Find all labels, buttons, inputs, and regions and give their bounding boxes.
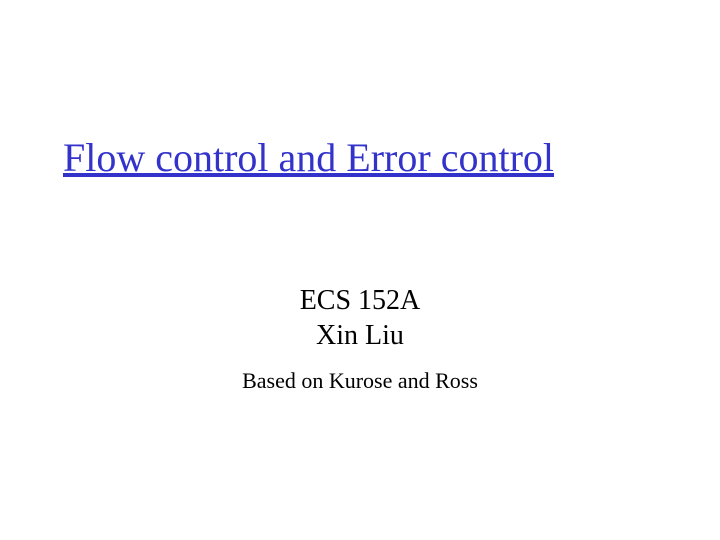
author-name: Xin Liu — [0, 320, 720, 352]
slide-container: Flow control and Error control ECS 152A … — [0, 0, 720, 540]
subtitle-attribution: Based on Kurose and Ross — [0, 368, 720, 394]
slide-title: Flow control and Error control — [63, 134, 554, 181]
course-code: ECS 152A — [0, 285, 720, 317]
